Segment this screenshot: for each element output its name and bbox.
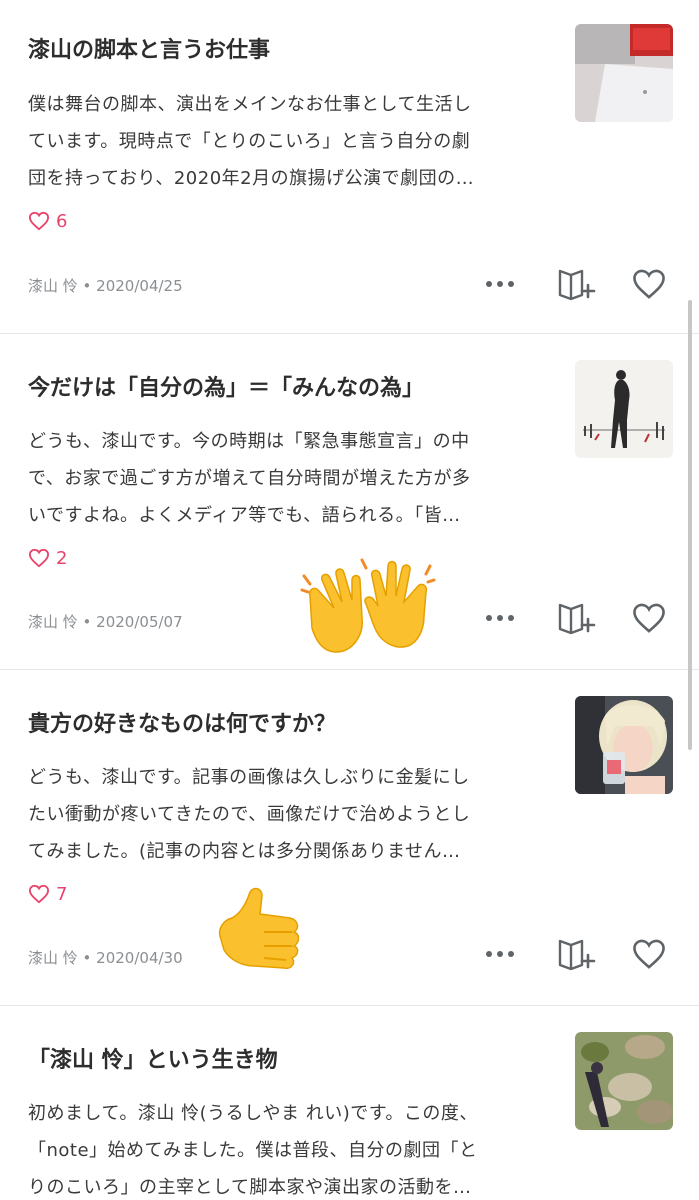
like-count: 7 [28, 882, 67, 906]
article-excerpt: どうも、漆山です。記事の画像は久しぶりに金髪にし たい衝動が疼いてきたので、画像… [28, 759, 528, 870]
laptop-photo-icon [575, 24, 673, 122]
article-title[interactable]: 今だけは「自分の為」＝「みんなの為」 [28, 374, 548, 404]
article-title[interactable]: 貴方の好きなものは何ですか？ [28, 710, 548, 740]
author-name[interactable]: 漆山 怜 [28, 949, 78, 967]
like-button[interactable] [629, 264, 669, 304]
publish-date: 2020/04/30 [96, 949, 183, 967]
article-thumbnail[interactable] [575, 360, 673, 458]
article-excerpt: 僕は舞台の脚本、演出をメインなお仕事として生活し ています。現時点で「とりのこい… [28, 86, 528, 197]
blonde-portrait-icon [575, 696, 673, 794]
author-name[interactable]: 漆山 怜 [28, 277, 78, 295]
excerpt-line: で、お家で過ごす方が増えて自分時間が増えた方が多 [28, 468, 471, 489]
publish-date: 2020/05/07 [96, 613, 183, 631]
excerpt-line: たい衝動が疼いてきたので、画像だけで治めようとし [28, 804, 471, 825]
excerpt-line: 僕は舞台の脚本、演出をメインなお仕事として生活し [28, 94, 472, 115]
excerpt-line: いですよね。よくメディア等でも、語られる。「皆… [28, 505, 461, 526]
heart-outline-icon [633, 939, 665, 969]
excerpt-line: ています。現時点で「とりのこいろ」と言う自分の劇 [28, 131, 471, 152]
more-options-button[interactable] [480, 934, 520, 974]
add-to-magazine-button[interactable] [557, 934, 597, 974]
article-thumbnail[interactable] [575, 24, 673, 122]
more-options-button[interactable] [480, 264, 520, 304]
article-actions [480, 934, 680, 974]
article-card[interactable]: 漆山の脚本と言うお仕事 僕は舞台の脚本、演出をメインなお仕事として生活し ていま… [0, 0, 699, 334]
thumbs-up-icon [218, 887, 300, 970]
article-meta: 漆山 怜 • 2020/04/30 [28, 947, 183, 968]
excerpt-line: てみました。(記事の内容とは多分関係ありません… [28, 841, 461, 862]
heart-icon [28, 211, 50, 231]
like-count-value: 2 [56, 547, 68, 569]
like-button[interactable] [629, 934, 669, 974]
like-count: 2 [28, 546, 67, 570]
more-options-button[interactable] [480, 598, 520, 638]
article-excerpt: どうも、漆山です。今の時期は「緊急事態宣言」の中 で、お家で過ごす方が増えて自分… [28, 423, 528, 534]
figure-sketch-icon [575, 360, 673, 458]
author-name[interactable]: 漆山 怜 [28, 613, 78, 631]
magazine-add-icon [558, 603, 596, 635]
heart-outline-icon [633, 603, 665, 633]
article-actions [480, 598, 680, 638]
meta-separator: • [77, 949, 97, 967]
more-dots-icon [486, 281, 514, 287]
add-to-magazine-button[interactable] [557, 598, 597, 638]
scrollbar[interactable] [688, 300, 692, 750]
excerpt-line: りのこいろ」の主宰として脚本家や演出家の活動を… [28, 1177, 472, 1198]
add-to-magazine-button[interactable] [557, 264, 597, 304]
article-feed: 漆山の脚本と言うお仕事 僕は舞台の脚本、演出をメインなお仕事として生活し ていま… [0, 0, 699, 1200]
raising-hands-icon [300, 558, 436, 653]
excerpt-line: 「note」始めてみました。僕は普段、自分の劇団「と [28, 1140, 478, 1161]
publish-date: 2020/04/25 [96, 277, 183, 295]
article-card[interactable]: 貴方の好きなものは何ですか？ どうも、漆山です。記事の画像は久しぶりに金髪にし … [0, 670, 699, 1006]
more-dots-icon [486, 615, 514, 621]
excerpt-line: 団を持っており、2020年2月の旗揚げ公演で劇団の… [28, 168, 475, 189]
article-meta: 漆山 怜 • 2020/05/07 [28, 611, 183, 632]
nature-photo-icon [575, 1032, 673, 1130]
article-actions [480, 264, 680, 304]
excerpt-line: 初めまして。漆山 怜(うるしやま れい)です。この度、 [28, 1103, 478, 1124]
meta-separator: • [77, 277, 97, 295]
article-title[interactable]: 漆山の脚本と言うお仕事 [28, 36, 548, 66]
article-title[interactable]: 「漆山 怜」という生き物 [28, 1046, 548, 1076]
like-count: 6 [28, 209, 67, 233]
thumbs-up-emoji [214, 884, 306, 976]
heart-outline-icon [633, 269, 665, 299]
excerpt-line: どうも、漆山です。記事の画像は久しぶりに金髪にし [28, 767, 470, 788]
article-meta: 漆山 怜 • 2020/04/25 [28, 275, 183, 296]
article-thumbnail[interactable] [575, 696, 673, 794]
magazine-add-icon [558, 939, 596, 971]
heart-icon [28, 884, 50, 904]
like-button[interactable] [629, 598, 669, 638]
heart-icon [28, 548, 50, 568]
meta-separator: • [77, 613, 97, 631]
like-count-value: 6 [56, 210, 68, 232]
article-excerpt: 初めまして。漆山 怜(うるしやま れい)です。この度、 「note」始めてみまし… [28, 1095, 528, 1200]
article-thumbnail[interactable] [575, 1032, 673, 1130]
magazine-add-icon [558, 269, 596, 301]
excerpt-line: どうも、漆山です。今の時期は「緊急事態宣言」の中 [28, 431, 470, 452]
more-dots-icon [486, 951, 514, 957]
like-count-value: 7 [56, 883, 68, 905]
article-card[interactable]: 「漆山 怜」という生き物 初めまして。漆山 怜(うるしやま れい)です。この度、… [0, 1006, 699, 1200]
raising-hands-emoji [300, 556, 436, 668]
